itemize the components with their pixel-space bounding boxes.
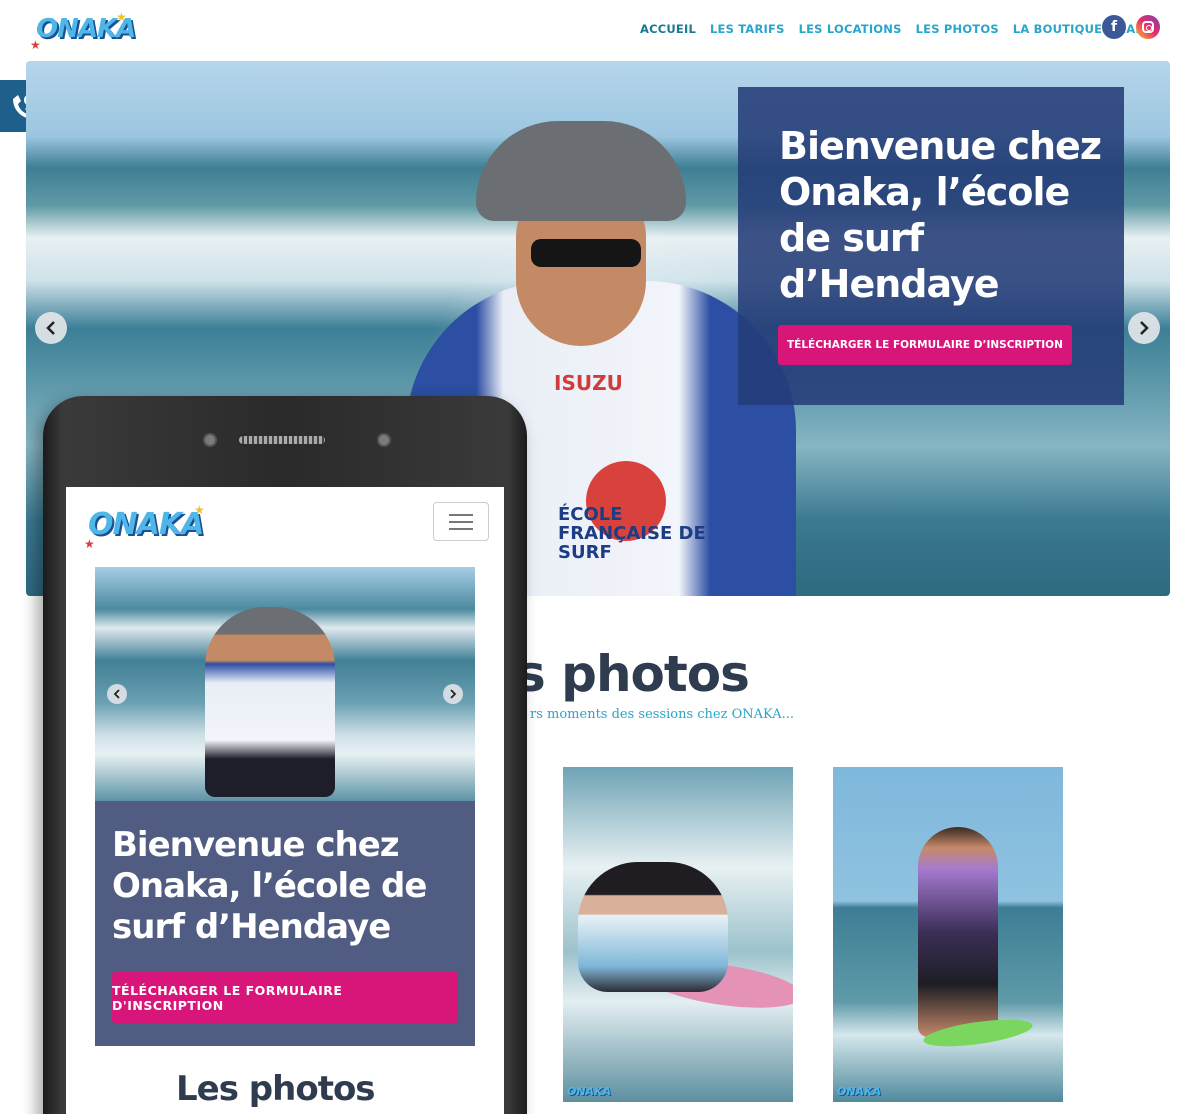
mobile-logo-text: ONAKA (88, 507, 204, 542)
star-icon: ★ (194, 503, 205, 517)
shirt-text: ÉCOLE FRANÇAISE DE SURF (558, 504, 706, 563)
chevron-right-icon (1140, 321, 1149, 335)
phone-speaker (239, 436, 325, 444)
mobile-caption-box: Bienvenue chez Onaka, l’école de surf d’… (95, 801, 475, 1046)
nav-item-accueil[interactable]: ACCUEIL (640, 22, 696, 36)
carousel-prev-button[interactable] (35, 312, 67, 344)
star-icon: ★ (84, 537, 95, 551)
carousel-next-button[interactable] (1128, 312, 1160, 344)
hero-caption-box: Bienvenue chez Onaka, l’école de surf d’… (738, 87, 1124, 405)
photo-watermark: ONAKA (567, 1085, 612, 1098)
chevron-right-icon (450, 689, 457, 699)
photos-section-title: s photos (516, 645, 750, 703)
facebook-icon[interactable]: f (1102, 15, 1126, 39)
facebook-letter: f (1110, 19, 1118, 35)
mobile-photos-title: Les photos (176, 1069, 376, 1109)
shirt-sponsor: ISUZU (554, 371, 623, 395)
mobile-hero-photo (205, 607, 335, 797)
mobile-logo[interactable]: ONAKA ★ ★ (84, 503, 226, 553)
mobile-hero-slider (95, 567, 475, 801)
photos-section-subtitle: rs moments des sessions chez ONAKA... (530, 707, 794, 722)
hamburger-menu-button[interactable] (433, 502, 489, 541)
hero-title: Bienvenue chez Onaka, l’école de surf d’… (779, 124, 1102, 306)
phone-sensor (377, 433, 391, 447)
mobile-carousel-next[interactable] (443, 684, 463, 704)
chevron-left-icon (46, 321, 55, 335)
nav-item-boutique[interactable]: LA BOUTIQUE ONAKA (1013, 22, 1154, 36)
nav-item-tarifs[interactable]: LES TARIFS (710, 22, 785, 36)
mobile-screen: ONAKA ★ ★ Bienvenue chez Onaka, l’école … (66, 487, 504, 1114)
photo-watermark: ONAKA (837, 1085, 882, 1098)
mobile-carousel-prev[interactable] (107, 684, 127, 704)
mobile-download-form-button[interactable]: TÉLÉCHARGER LE FORMULAIRE D'INSCRIPTION (112, 972, 458, 1023)
star-icon: ★ (116, 10, 127, 24)
download-form-button[interactable]: TÉLÉCHARGER LE FORMULAIRE D’INSCRIPTION (778, 325, 1072, 365)
nav-item-photos[interactable]: LES PHOTOS (916, 22, 999, 36)
gallery-photo[interactable]: ONAKA (563, 767, 793, 1102)
site-logo[interactable]: ONAKA ★ ★ (30, 8, 142, 52)
chevron-left-icon (113, 689, 120, 699)
mobile-hero-title: Bienvenue chez Onaka, l’école de surf d’… (112, 825, 427, 947)
gallery-photo[interactable]: ONAKA (833, 767, 1063, 1102)
phone-camera (203, 433, 217, 447)
nav-item-locations[interactable]: LES LOCATIONS (799, 22, 902, 36)
phone-mockup: ONAKA ★ ★ Bienvenue chez Onaka, l’école … (43, 396, 527, 1114)
star-icon: ★ (30, 38, 41, 52)
main-nav: ACCUEIL LES TARIFS LES LOCATIONS LES PHO… (640, 22, 1154, 36)
instagram-icon[interactable] (1136, 15, 1160, 39)
